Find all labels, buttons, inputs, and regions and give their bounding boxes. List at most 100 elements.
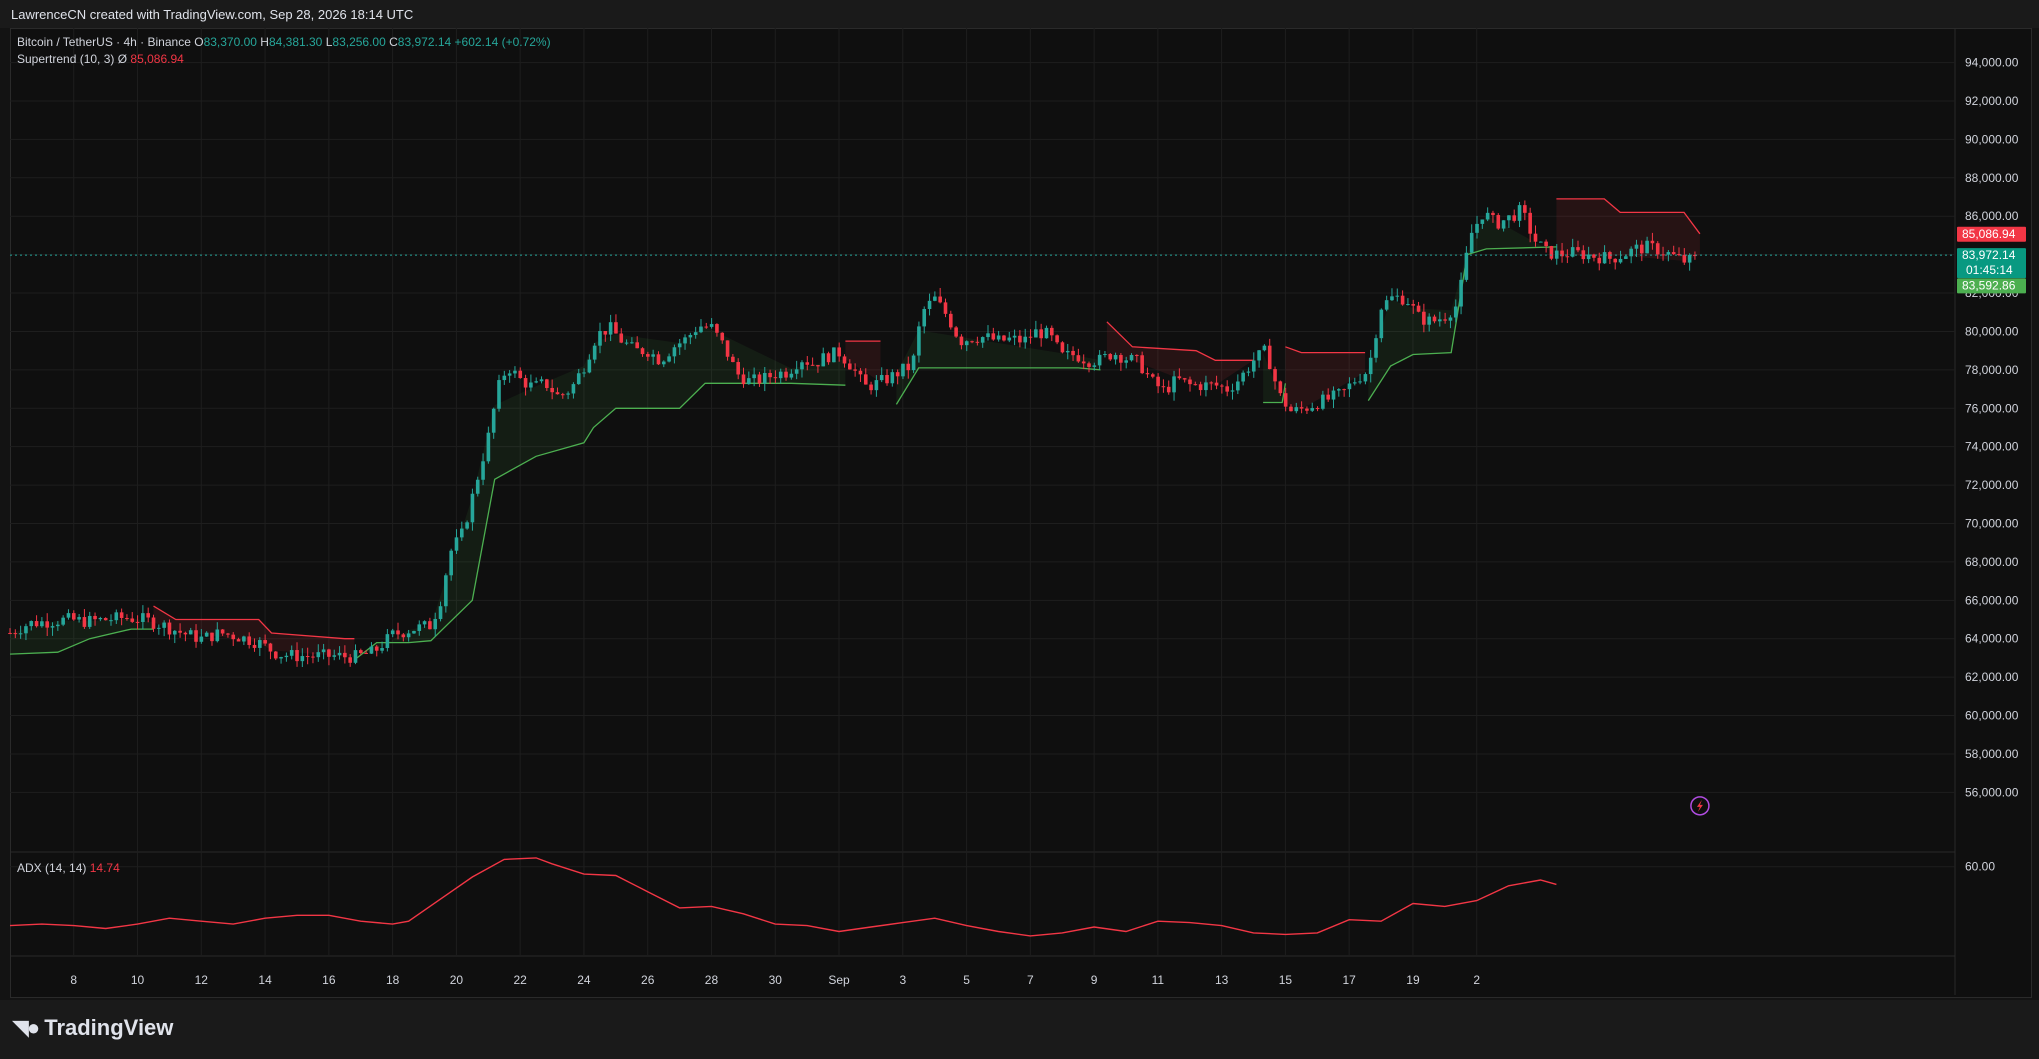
candle-body (1464, 252, 1469, 280)
candle-body (1251, 360, 1256, 372)
date-tick-label: 30 (769, 973, 783, 987)
candle-body (1395, 295, 1400, 297)
candle-body (656, 354, 661, 365)
candle-body (1655, 243, 1660, 255)
candle-body (321, 649, 326, 653)
candle-body (720, 332, 725, 341)
candle-body (933, 296, 937, 301)
candle-body (459, 528, 464, 538)
candle-body (1225, 386, 1229, 392)
candle-body (1326, 394, 1330, 400)
candle-body (289, 650, 294, 656)
candle-body (699, 326, 703, 333)
candle-body (731, 356, 735, 363)
candle-body (311, 656, 315, 658)
candle-body (1241, 372, 1245, 382)
date-tick-label: 3 (899, 973, 906, 987)
date-tick-label: 26 (641, 973, 655, 987)
candle-body (890, 372, 895, 384)
candle-body (954, 327, 958, 337)
candle-body (576, 373, 581, 385)
candle-body (454, 537, 459, 551)
candle-body (1214, 382, 1219, 386)
adx-line (9, 857, 1557, 937)
candle-body (61, 617, 65, 625)
candle-body (295, 650, 299, 662)
date-tick-label: 15 (1279, 973, 1293, 987)
last-price-badge-text: 83,972.14 (1962, 248, 2016, 262)
candle-body (1294, 407, 1299, 412)
candle-body (109, 620, 113, 622)
brand[interactable]: ◥● TradingView (12, 1015, 173, 1041)
candle-body (1289, 406, 1293, 412)
candle-body (316, 652, 321, 658)
candle-body (141, 613, 145, 622)
candle-body (1177, 376, 1182, 379)
candle-body (1517, 205, 1522, 221)
candle-body (24, 626, 28, 634)
candle-body (1453, 306, 1458, 318)
candle-body (560, 394, 565, 396)
candle-body (1236, 381, 1240, 391)
adx-tick-label: 60.00 (1965, 860, 1995, 874)
candle-body (1103, 354, 1107, 356)
candle-body (869, 384, 873, 391)
candle-body (215, 629, 220, 642)
candle-body (980, 337, 985, 343)
price-tick-label: 92,000.00 (1965, 94, 2019, 108)
candle-body (693, 332, 698, 335)
candle-body (359, 650, 363, 653)
date-tick-label: 5 (963, 973, 970, 987)
candle-body (273, 651, 278, 659)
candle-body (1018, 335, 1022, 343)
price-tick-label: 88,000.00 (1965, 171, 2019, 185)
date-tick-label: 17 (1343, 973, 1357, 987)
price-chart[interactable]: 94,000.00 92,000.00 90,000.00 88,000.00 86,0… (0, 0, 2039, 1000)
candle-body (1097, 354, 1102, 366)
candle-body (640, 348, 645, 355)
candle-body (794, 369, 799, 374)
candle-body (481, 461, 485, 480)
supertrend-down-zone (153, 606, 355, 657)
candle-body (821, 353, 826, 367)
candle-body (77, 617, 81, 620)
candle-body (529, 382, 533, 388)
candle-body (242, 636, 246, 642)
candle-body (667, 356, 671, 362)
candle-body (56, 624, 60, 627)
candle-body (1400, 295, 1405, 305)
candle-body (1390, 296, 1394, 301)
candle-body (263, 640, 267, 644)
candle-body (683, 337, 687, 344)
candle-body (417, 624, 422, 631)
candle-body (114, 612, 119, 621)
supertrend-upper-badge-text: 85,086.94 (1962, 227, 2016, 241)
candle-body (422, 621, 427, 625)
candle-body (1049, 327, 1054, 336)
close-value: 83,972.14 (397, 35, 452, 49)
candle-body (688, 334, 693, 338)
price-tick-label: 56,000.00 (1965, 785, 2019, 799)
candle-body (1443, 319, 1447, 321)
candle-body (1065, 350, 1070, 353)
lightning-bolt-icon (1696, 799, 1703, 812)
candle-body (1124, 360, 1129, 363)
candle-body (1576, 247, 1580, 251)
candle-body (1368, 357, 1373, 375)
price-tick-label: 86,000.00 (1965, 209, 2019, 223)
candle-body (757, 374, 762, 384)
change-value: +602.14 (+0.72%) (454, 35, 551, 49)
settings-icon[interactable]: Ø (118, 52, 127, 66)
date-tick-label: 14 (258, 973, 272, 987)
candle-body (651, 354, 655, 357)
candle-body (1204, 382, 1208, 391)
candle-body (369, 646, 374, 654)
candle-body (800, 362, 804, 370)
high-label: H (260, 35, 269, 49)
date-tick-label: 19 (1406, 973, 1420, 987)
candle-body (374, 646, 379, 651)
date-tick-label: 11 (1152, 973, 1165, 987)
candle-body (672, 347, 677, 357)
candle-body (380, 648, 384, 651)
candle-body (1262, 345, 1267, 351)
